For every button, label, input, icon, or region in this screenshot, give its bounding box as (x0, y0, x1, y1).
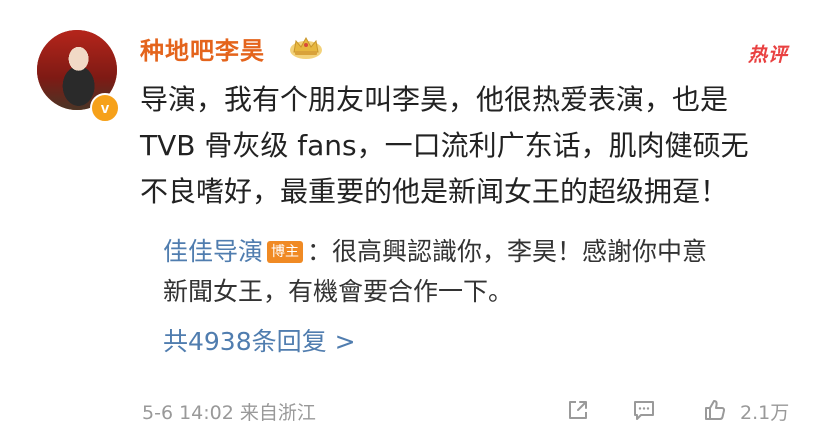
thumbs-up-icon[interactable] (703, 398, 727, 422)
reply-preview[interactable]: 佳佳导演 博主 ：很高興認識你，李昊！感謝你中意 新聞女王，有機會要合作一下。 (163, 232, 783, 312)
reply-text: ：很高興認識你，李昊！感謝你中意 (307, 237, 708, 266)
comment-time: 5-6 14:02 (142, 402, 234, 424)
comment-icon[interactable] (632, 398, 656, 422)
reply-line: 新聞女王，有機會要合作一下。 (163, 277, 514, 306)
comment-meta: 5-6 14:02 来自浙江 (142, 398, 316, 425)
comment-location: 来自浙江 (239, 402, 316, 424)
comment-line: 导演，我有个朋友叫李昊，他很热爱表演，也是 (140, 83, 729, 116)
reply-author[interactable]: 佳佳导演 (163, 237, 263, 266)
share-icon[interactable] (566, 398, 590, 422)
like-count: 2.1万 (740, 402, 790, 424)
crown-icon (290, 36, 322, 59)
comment-username[interactable]: 种地吧李昊 (140, 31, 265, 66)
verified-badge-icon: v (90, 93, 120, 123)
view-replies-link[interactable]: 共4938条回复 > (163, 322, 356, 358)
author-tag-badge: 博主 (267, 241, 304, 263)
comment-line: TVB 骨灰级 fans，一口流利广东话，肌肉健硕无 (140, 129, 749, 162)
comment-text: 导演，我有个朋友叫李昊，他很热爱表演，也是 TVB 骨灰级 fans，一口流利广… (140, 77, 790, 215)
hot-comment-badge: 热评 (748, 44, 789, 66)
reply-line: 佳佳导演 博主 ：很高興認識你，李昊！感謝你中意 (163, 232, 783, 272)
comment-line: 不良嗜好，最重要的他是新闻女王的超级拥趸！ (140, 175, 729, 208)
